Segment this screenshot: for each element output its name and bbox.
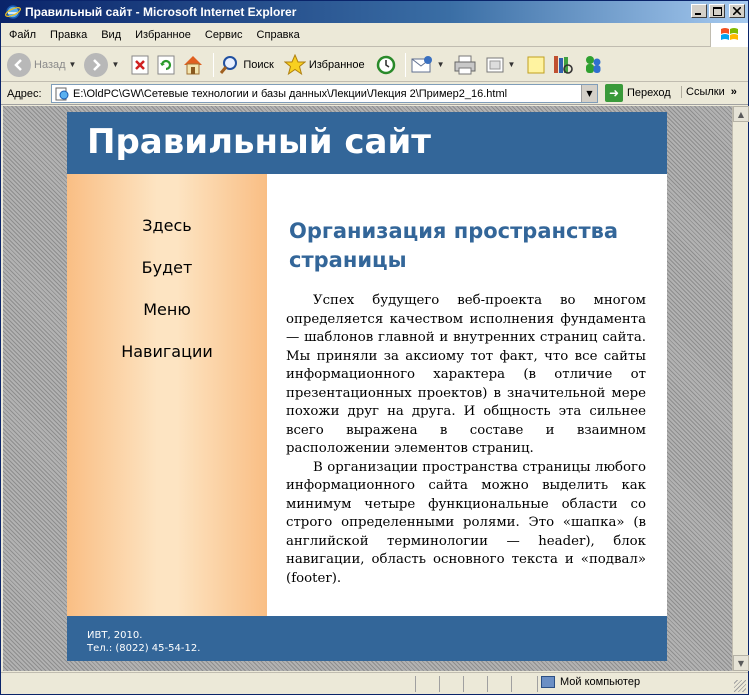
toolbar-separator	[404, 52, 406, 77]
menu-bar: Файл Правка Вид Избранное Сервис Справка	[1, 23, 748, 47]
refresh-button[interactable]	[155, 51, 177, 79]
forward-arrow-icon	[84, 52, 109, 77]
nav-item[interactable]: Навигации	[67, 342, 267, 361]
research-icon	[554, 55, 574, 74]
site-navigation: Здесь Будет Меню Навигации	[67, 174, 267, 616]
back-button[interactable]: Назад ▼	[7, 51, 76, 79]
window-title: Правильный сайт - Microsoft Internet Exp…	[25, 5, 297, 19]
home-button[interactable]	[181, 51, 205, 79]
menu-file[interactable]: Файл	[1, 29, 43, 41]
refresh-icon	[157, 55, 175, 74]
minimize-button[interactable]	[691, 4, 707, 18]
nav-item[interactable]: Будет	[67, 258, 267, 277]
site-container: Правильный сайт Здесь Будет Меню Навигац…	[67, 112, 667, 661]
footer-org: ИВТ, 2010.	[87, 630, 143, 641]
windows-logo-icon	[710, 23, 748, 47]
footer-phone: Тел.: (8022) 45-54-12.	[87, 643, 201, 654]
status-bar: Мой компьютер	[1, 672, 748, 694]
printer-icon	[454, 55, 476, 74]
search-button[interactable]: Поиск	[218, 51, 274, 79]
internet-explorer-icon	[5, 4, 21, 20]
status-divider	[511, 676, 512, 692]
scroll-down-icon[interactable]: ▼	[733, 655, 749, 671]
status-divider	[415, 676, 416, 692]
mail-icon	[411, 55, 432, 72]
maximize-button[interactable]	[709, 4, 725, 18]
site-header: Правильный сайт	[67, 112, 667, 174]
stop-icon	[131, 55, 149, 74]
back-label: Назад	[34, 58, 66, 71]
status-divider	[463, 676, 464, 692]
menu-edit[interactable]: Правка	[43, 29, 94, 41]
content-paragraph: В организации пространства страницы любо…	[286, 459, 646, 586]
menu-favorites[interactable]: Избранное	[128, 29, 198, 41]
back-arrow-icon	[7, 52, 31, 77]
page-viewport[interactable]: Правильный сайт Здесь Будет Меню Навигац…	[3, 106, 732, 671]
zone-label: Мой компьютер	[560, 676, 641, 688]
back-dropdown-icon[interactable]: ▼	[69, 60, 77, 69]
home-icon	[184, 55, 203, 74]
address-input[interactable]: E:\OldPC\GW\Сетевые технологии и базы да…	[51, 84, 598, 103]
note-icon	[527, 56, 545, 73]
site-main-content: Организация пространства страницы Успех …	[267, 174, 667, 616]
research-button[interactable]	[551, 51, 575, 79]
title-bar[interactable]: Правильный сайт - Microsoft Internet Exp…	[1, 1, 748, 23]
address-label: Адрес:	[7, 87, 42, 100]
browser-window: Правильный сайт - Microsoft Internet Exp…	[0, 0, 749, 695]
menu-view[interactable]: Вид	[94, 29, 128, 41]
favorites-button[interactable]: Избранное	[283, 51, 365, 79]
edit-page-icon	[486, 57, 504, 72]
address-dropdown-icon[interactable]: ▼	[581, 85, 597, 102]
page-icon	[54, 86, 70, 102]
computer-icon	[541, 676, 555, 688]
discuss-button[interactable]	[525, 51, 547, 79]
menu-help[interactable]: Справка	[250, 29, 307, 41]
content-paragraph: Успех будущего веб-проекта во многом опр…	[286, 293, 646, 456]
content-text: Успех будущего веб-проекта во многом опр…	[286, 292, 646, 588]
links-label: Ссылки	[686, 86, 725, 98]
edit-button[interactable]: ▼	[485, 51, 516, 79]
forward-button[interactable]: ▼	[84, 51, 119, 79]
nav-item[interactable]: Меню	[67, 300, 267, 319]
messenger-icon	[586, 55, 601, 73]
search-label: Поиск	[243, 58, 274, 71]
menu-tools[interactable]: Сервис	[198, 29, 250, 41]
mail-button[interactable]: ▼	[410, 51, 445, 79]
toolbar: Назад ▼ ▼ Поиск Избранное ▼ ▼	[1, 48, 748, 82]
mail-dropdown-icon[interactable]: ▼	[437, 60, 445, 69]
address-url: E:\OldPC\GW\Сетевые технологии и базы да…	[73, 87, 508, 100]
address-bar: Адрес: E:\OldPC\GW\Сетевые технологии и …	[1, 83, 748, 105]
scroll-up-icon[interactable]: ▲	[733, 106, 749, 122]
status-divider	[537, 676, 538, 692]
site-title: Правильный сайт	[87, 122, 432, 162]
links-button[interactable]: Ссылки »	[681, 86, 737, 98]
resize-grip-icon[interactable]	[734, 680, 746, 692]
security-zone[interactable]: Мой компьютер	[541, 676, 640, 688]
edit-dropdown-icon[interactable]: ▼	[508, 60, 516, 69]
go-arrow-icon: ➜	[605, 84, 623, 102]
favorites-label: Избранное	[308, 58, 365, 71]
status-divider	[487, 676, 488, 692]
stop-button[interactable]	[129, 51, 151, 79]
status-divider	[439, 676, 440, 692]
print-button[interactable]	[453, 51, 477, 79]
go-button[interactable]: ➜ Переход	[605, 84, 671, 102]
go-label: Переход	[627, 87, 671, 99]
nav-item[interactable]: Здесь	[67, 216, 267, 235]
search-icon	[220, 55, 238, 74]
chevron-right-icon: »	[730, 86, 737, 98]
messenger-button[interactable]	[581, 51, 605, 79]
history-button[interactable]	[375, 51, 397, 79]
content-heading: Организация пространства страницы	[289, 219, 619, 272]
close-button[interactable]	[729, 4, 745, 18]
star-icon	[283, 53, 306, 75]
forward-dropdown-icon[interactable]: ▼	[111, 60, 119, 69]
vertical-scrollbar[interactable]: ▲ ▼	[732, 106, 749, 671]
toolbar-separator	[213, 52, 215, 77]
history-icon	[376, 55, 395, 74]
site-footer: ИВТ, 2010. Тел.: (8022) 45-54-12.	[67, 616, 667, 661]
